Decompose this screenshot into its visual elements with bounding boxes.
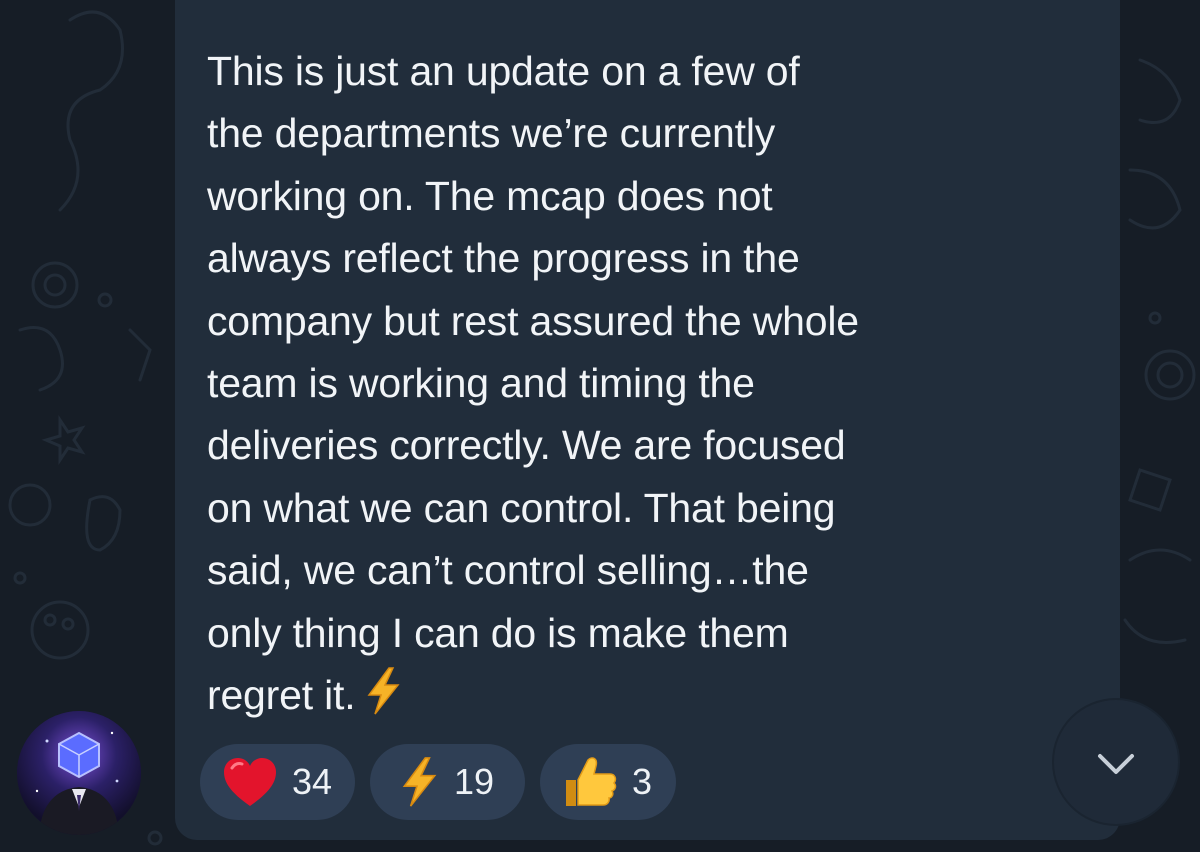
reaction-thumbs-up-count: 3 xyxy=(632,761,653,802)
message-text: This is just an update on a few of the d… xyxy=(207,40,1007,732)
reaction-lightning-button[interactable]: 19 xyxy=(370,744,525,820)
chevron-down-icon xyxy=(1098,754,1134,774)
lightning-icon xyxy=(398,755,440,809)
red-heart-icon xyxy=(222,756,278,808)
reaction-thumbs-up-button[interactable]: 3 xyxy=(540,744,676,820)
thumbs-up-icon xyxy=(562,754,618,810)
reaction-heart-button[interactable]: 34 xyxy=(200,744,355,820)
lightning-emoji-icon xyxy=(363,667,403,732)
message-body: This is just an update on a few of the d… xyxy=(207,48,859,719)
sender-avatar[interactable] xyxy=(17,711,141,835)
scroll-down-button[interactable] xyxy=(1054,700,1178,824)
reaction-lightning-count: 19 xyxy=(454,761,495,802)
reaction-heart-count: 34 xyxy=(292,761,333,802)
